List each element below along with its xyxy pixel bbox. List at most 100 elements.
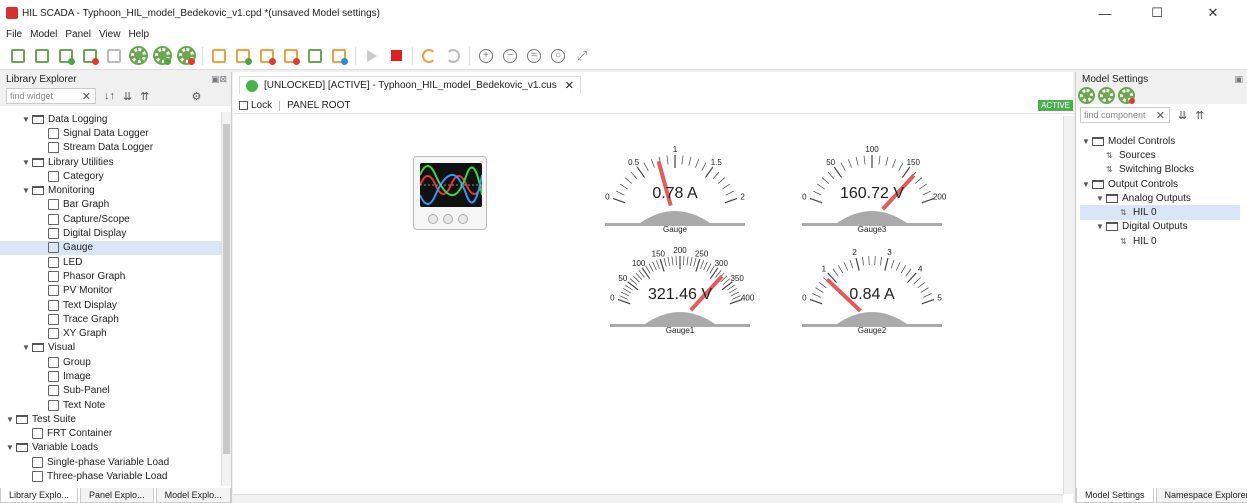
namespace-button[interactable] [329, 46, 349, 66]
expand-all-icon[interactable]: ⇊ [1178, 109, 1187, 122]
expand-arrow-icon[interactable]: ▼ [1096, 222, 1106, 231]
library-item[interactable]: ▼ Data Logging [0, 112, 222, 126]
scope-widget[interactable] [413, 156, 487, 230]
close-tab-icon[interactable]: ✕ [565, 79, 574, 92]
library-item[interactable]: Digital Display [0, 226, 222, 240]
menu-view[interactable]: View [99, 29, 121, 40]
widget-search-input[interactable]: find widget ✕ [6, 88, 96, 104]
expand-arrow-icon[interactable]: ▼ [6, 415, 16, 424]
undo-button[interactable] [419, 46, 439, 66]
library-item[interactable]: ▼ Visual [0, 341, 222, 355]
expand-arrow-icon[interactable]: ▼ [1096, 194, 1106, 203]
library-item[interactable]: Capture/Scope [0, 212, 222, 226]
model-settings-item[interactable]: ⇅ Sources [1080, 148, 1240, 162]
library-button[interactable] [305, 46, 325, 66]
zoom-fit-button[interactable]: ○ [548, 46, 568, 66]
library-item[interactable]: FRT Container [0, 427, 222, 441]
library-item[interactable]: ▼ Monitoring [0, 183, 222, 197]
fullscreen-button[interactable]: ⤢ [572, 46, 592, 66]
library-item[interactable]: Three-phase Variable Load [0, 469, 222, 483]
library-item[interactable]: Single-phase Variable Load [0, 455, 222, 469]
model-settings-item[interactable]: ▼ Output Controls [1080, 177, 1240, 191]
gear-add-button[interactable] [152, 46, 172, 66]
close-button[interactable]: ✕ [1190, 0, 1236, 26]
library-item[interactable]: Text Display [0, 298, 222, 312]
clear-search-icon[interactable]: ✕ [82, 90, 95, 103]
panel-close-button[interactable] [281, 46, 301, 66]
tab-panel-explorer[interactable]: Panel Explo... [80, 488, 154, 503]
lock-label[interactable]: Lock [251, 100, 272, 111]
gauge-widget[interactable]: 0 50 100 150 200 250 300 350 400 321.46 V Gauge1 [605, 242, 755, 342]
gauge-widget[interactable]: 0 0.5 1 1.5 2 0.78 A Gauge [600, 141, 750, 241]
library-scrollbar[interactable] [221, 112, 231, 486]
panel-remove-button[interactable] [257, 46, 277, 66]
library-item[interactable]: Text Note [0, 398, 222, 412]
gear-remove-icon[interactable] [1120, 88, 1135, 104]
model-settings-item[interactable]: ⇅ Switching Blocks [1080, 163, 1240, 177]
library-settings-icon[interactable]: ⚙ [191, 90, 201, 103]
menu-model[interactable]: Model [30, 29, 57, 40]
tab-model-explorer[interactable]: Model Explo... [155, 488, 231, 503]
library-item[interactable]: Gauge [0, 240, 222, 255]
gauge-widget[interactable]: 012345 0.84 A Gauge2 [797, 242, 947, 342]
library-item[interactable]: ▼ Library Utilities [0, 155, 222, 169]
menu-help[interactable]: Help [128, 29, 149, 40]
expand-arrow-icon[interactable]: ▼ [6, 443, 16, 452]
library-item[interactable]: Group [0, 355, 222, 369]
model-settings-item[interactable]: ⇅ HIL 0 [1080, 234, 1240, 248]
gear-add-icon[interactable] [1100, 88, 1113, 102]
expand-all-icon[interactable]: ⇊ [123, 90, 132, 103]
panel-controls-icon[interactable]: ▣ [1234, 74, 1247, 85]
library-item[interactable]: Sub-Panel [0, 384, 222, 398]
library-item[interactable]: Category [0, 169, 222, 183]
panel-add-button[interactable] [233, 46, 253, 66]
panel-canvas[interactable]: 0 0.5 1 1.5 2 0.78 A Gauge 0 50 100 150 200 160.… [233, 116, 1063, 494]
expand-arrow-icon[interactable]: ▼ [22, 115, 32, 124]
lock-icon[interactable] [239, 101, 248, 110]
menu-panel[interactable]: Panel [65, 29, 91, 40]
widget-settings-button[interactable] [32, 46, 52, 66]
panel-root-label[interactable]: PANEL ROOT [287, 100, 350, 111]
canvas-horizontal-scrollbar[interactable] [233, 494, 1063, 503]
tab-library-explorer[interactable]: Library Explo... [0, 488, 79, 503]
new-widget-button[interactable] [8, 46, 28, 66]
library-item[interactable]: PV Monitor [0, 284, 222, 298]
model-settings-item[interactable]: ▼ Model Controls [1080, 134, 1240, 148]
library-item[interactable]: LED [0, 255, 222, 269]
stop-button[interactable] [386, 46, 406, 66]
minimize-button[interactable]: — [1082, 0, 1128, 26]
expand-arrow-icon[interactable]: ▼ [22, 343, 32, 352]
widget-add-button[interactable] [56, 46, 76, 66]
gear-remove-button[interactable] [176, 46, 196, 66]
widget-remove-button[interactable] [80, 46, 100, 66]
library-item[interactable]: Trace Graph [0, 312, 222, 326]
library-item[interactable]: Phasor Graph [0, 269, 222, 283]
panel-controls-icon[interactable]: ▣⊠ [211, 74, 231, 85]
tab-namespace-explorer[interactable]: Namespace Explorer [1155, 488, 1247, 503]
menu-file[interactable]: File [6, 29, 22, 40]
document-tab[interactable]: [UNLOCKED] [ACTIVE] - Typhoon_HIL_model_… [239, 76, 581, 94]
panel-button[interactable] [209, 46, 229, 66]
library-item[interactable]: ▼ Test Suite [0, 412, 222, 426]
sort-icon[interactable]: ↓↑ [104, 90, 115, 102]
redo-button[interactable] [443, 46, 463, 66]
gauge-widget[interactable]: 0 50 100 150 200 160.72 V Gauge3 [797, 141, 947, 241]
zoom-reset-button[interactable]: = [524, 46, 544, 66]
clear-search-icon[interactable]: ✕ [1156, 109, 1169, 122]
collapse-all-icon[interactable]: ⇈ [1195, 109, 1204, 122]
library-item[interactable]: Stream Data Logger [0, 141, 222, 155]
zoom-in-button[interactable]: + [476, 46, 496, 66]
gear-button[interactable] [128, 46, 148, 66]
library-item[interactable]: Bar Graph [0, 198, 222, 212]
widget-disabled-button[interactable] [104, 46, 124, 66]
expand-arrow-icon[interactable]: ▼ [1082, 180, 1092, 189]
component-search-input[interactable]: find component ✕ [1080, 107, 1170, 123]
tab-model-settings[interactable]: Model Settings [1076, 488, 1154, 503]
canvas-vertical-scrollbar[interactable] [1063, 116, 1073, 494]
zoom-out-button[interactable]: − [500, 46, 520, 66]
model-settings-item[interactable]: ▼ Digital Outputs [1080, 220, 1240, 234]
library-item[interactable]: XY Graph [0, 326, 222, 340]
maximize-button[interactable]: ☐ [1134, 0, 1180, 26]
model-settings-item[interactable]: ▼ Analog Outputs [1080, 191, 1240, 205]
library-item[interactable]: Image [0, 369, 222, 383]
